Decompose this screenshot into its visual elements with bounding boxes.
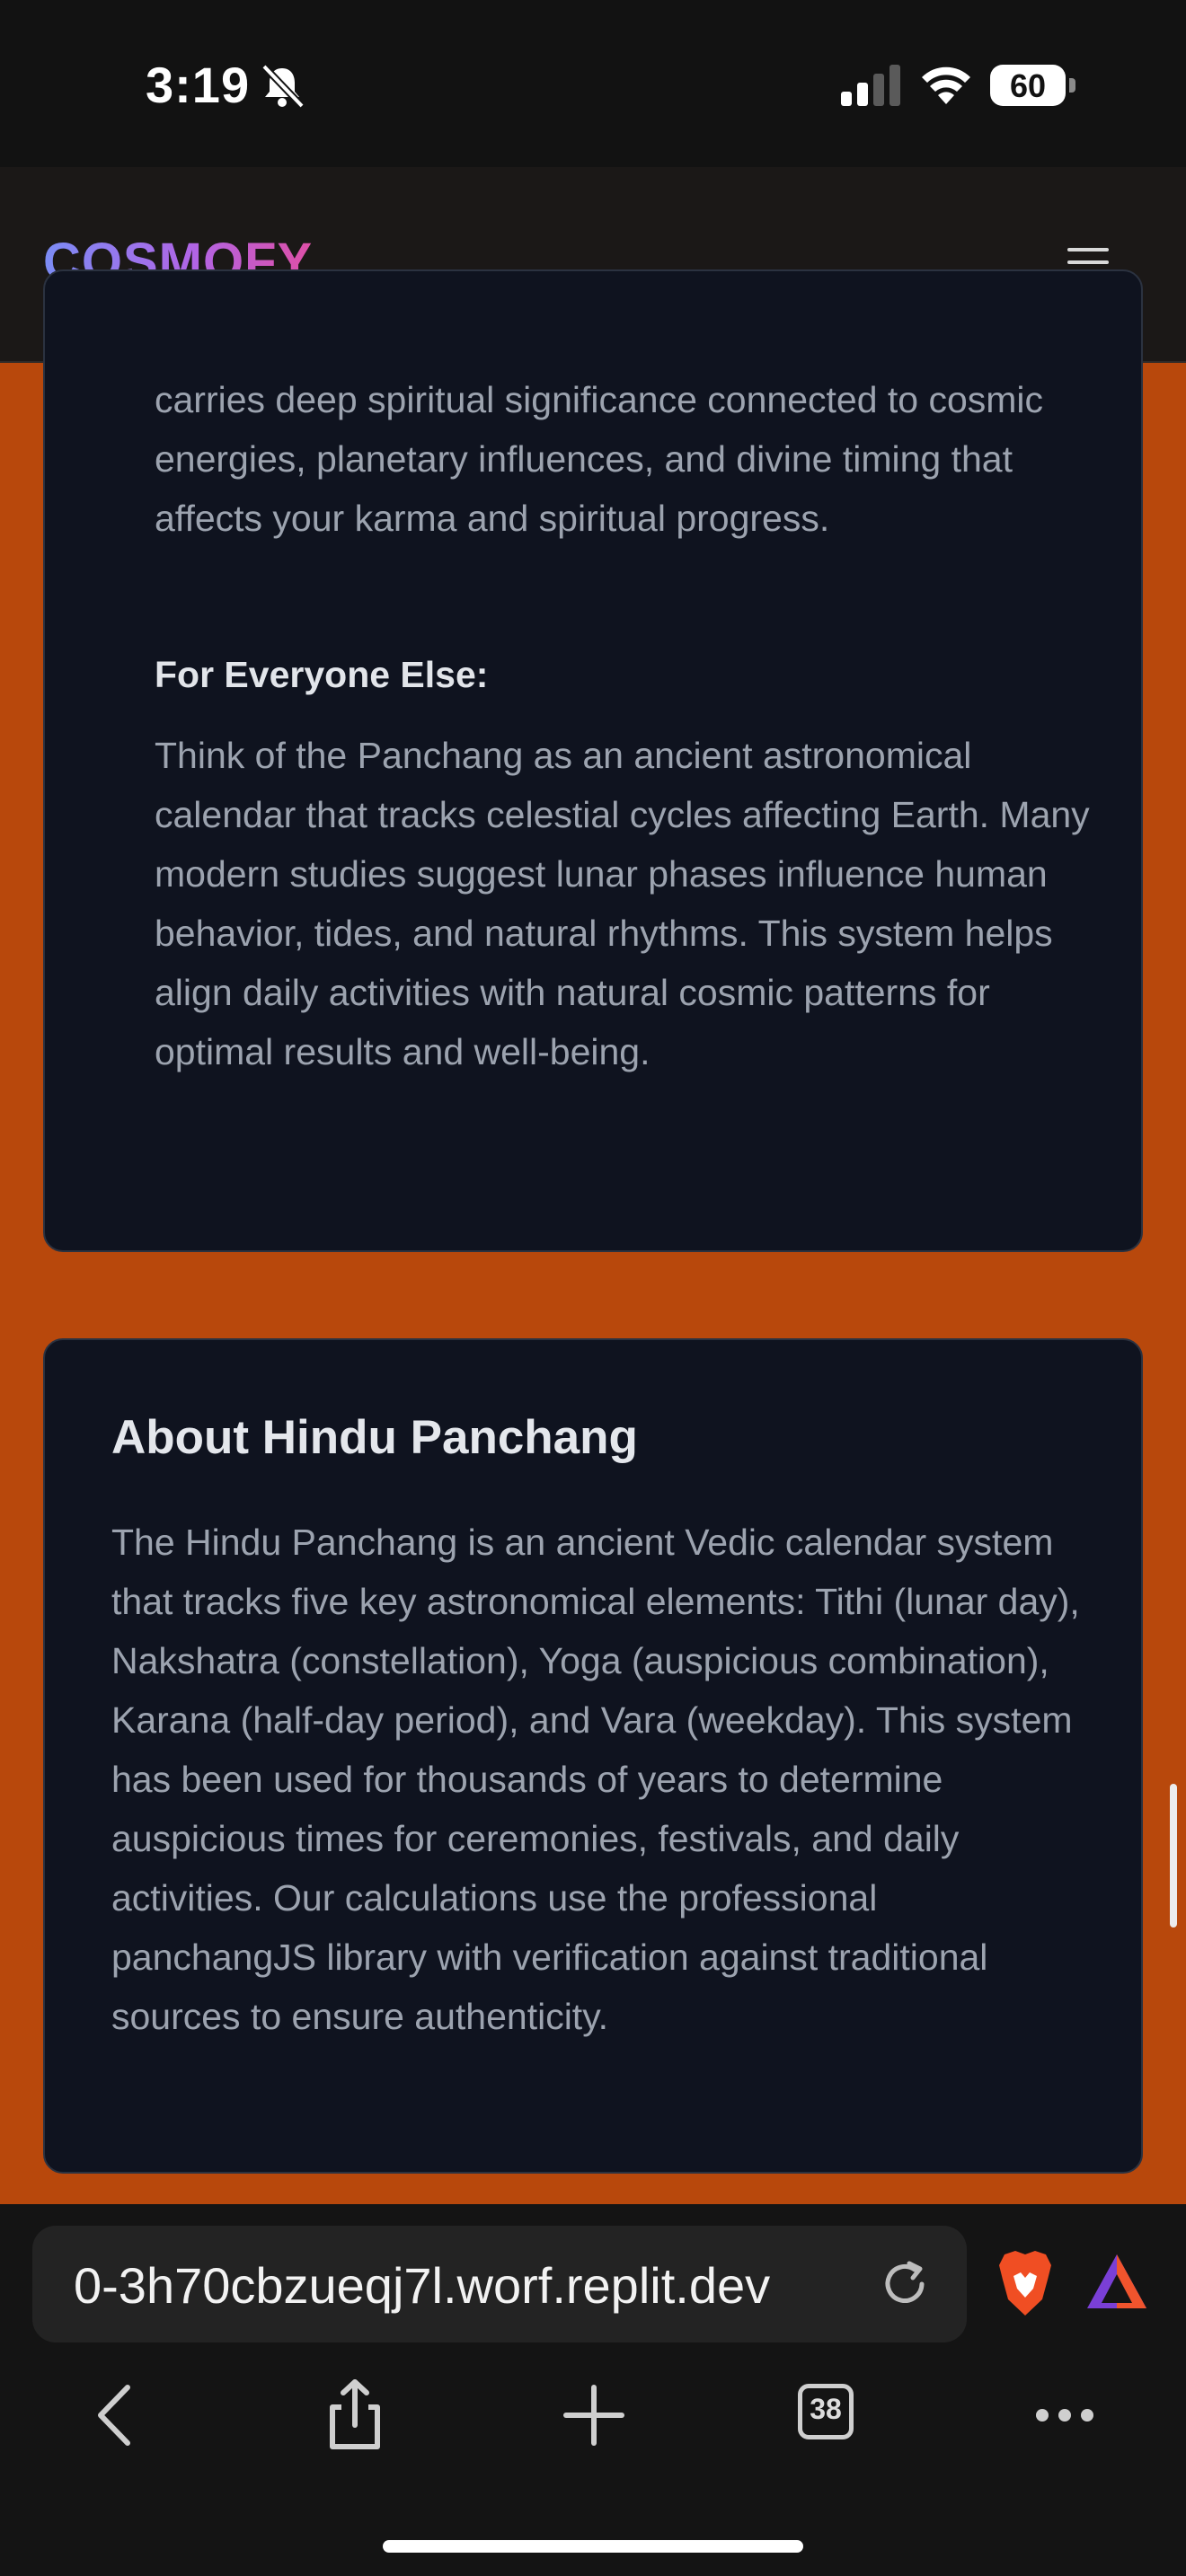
about-panchang-text: The Hindu Panchang is an ancient Vedic c…	[111, 1522, 1080, 2037]
battery-percent: 60	[1009, 67, 1047, 104]
status-bar: 3:19 60	[0, 0, 1186, 167]
spiritual-intro-text: carries deep spiritual significance conn…	[155, 379, 1044, 539]
wifi-icon	[922, 66, 970, 104]
url-text: 0-3h70cbzueqj7l.worf.replit.dev	[74, 2257, 771, 2314]
more-icon[interactable]	[1024, 2375, 1105, 2456]
tab-count: 38	[810, 2393, 842, 2425]
everyone-else-heading: For Everyone Else:	[155, 654, 489, 695]
triangle-rewards-icon[interactable]	[1085, 2253, 1148, 2312]
add-tab-icon[interactable]	[553, 2375, 634, 2456]
battery-icon: 60	[990, 65, 1076, 108]
reload-icon[interactable]	[877, 2256, 933, 2312]
status-time: 3:19	[146, 57, 251, 113]
home-indicator[interactable]	[383, 2540, 803, 2553]
about-panchang-title: About Hindu Panchang	[111, 1411, 638, 1464]
tabs-icon[interactable]: 38	[789, 2375, 870, 2456]
address-bar[interactable]: 0-3h70cbzueqj7l.worf.replit.dev	[32, 2226, 967, 2342]
browser-toolbar: 0-3h70cbzueqj7l.worf.replit.dev 38	[0, 2204, 1186, 2576]
share-icon[interactable]	[314, 2375, 395, 2456]
signal-icon	[841, 65, 900, 106]
bell-slash-icon	[261, 64, 305, 109]
page-scrollbar[interactable]	[1170, 1784, 1177, 1928]
everyone-else-text: Think of the Panchang as an ancient astr…	[155, 735, 1090, 1072]
back-icon[interactable]	[77, 2375, 158, 2456]
brave-lion-icon[interactable]	[996, 2249, 1055, 2317]
